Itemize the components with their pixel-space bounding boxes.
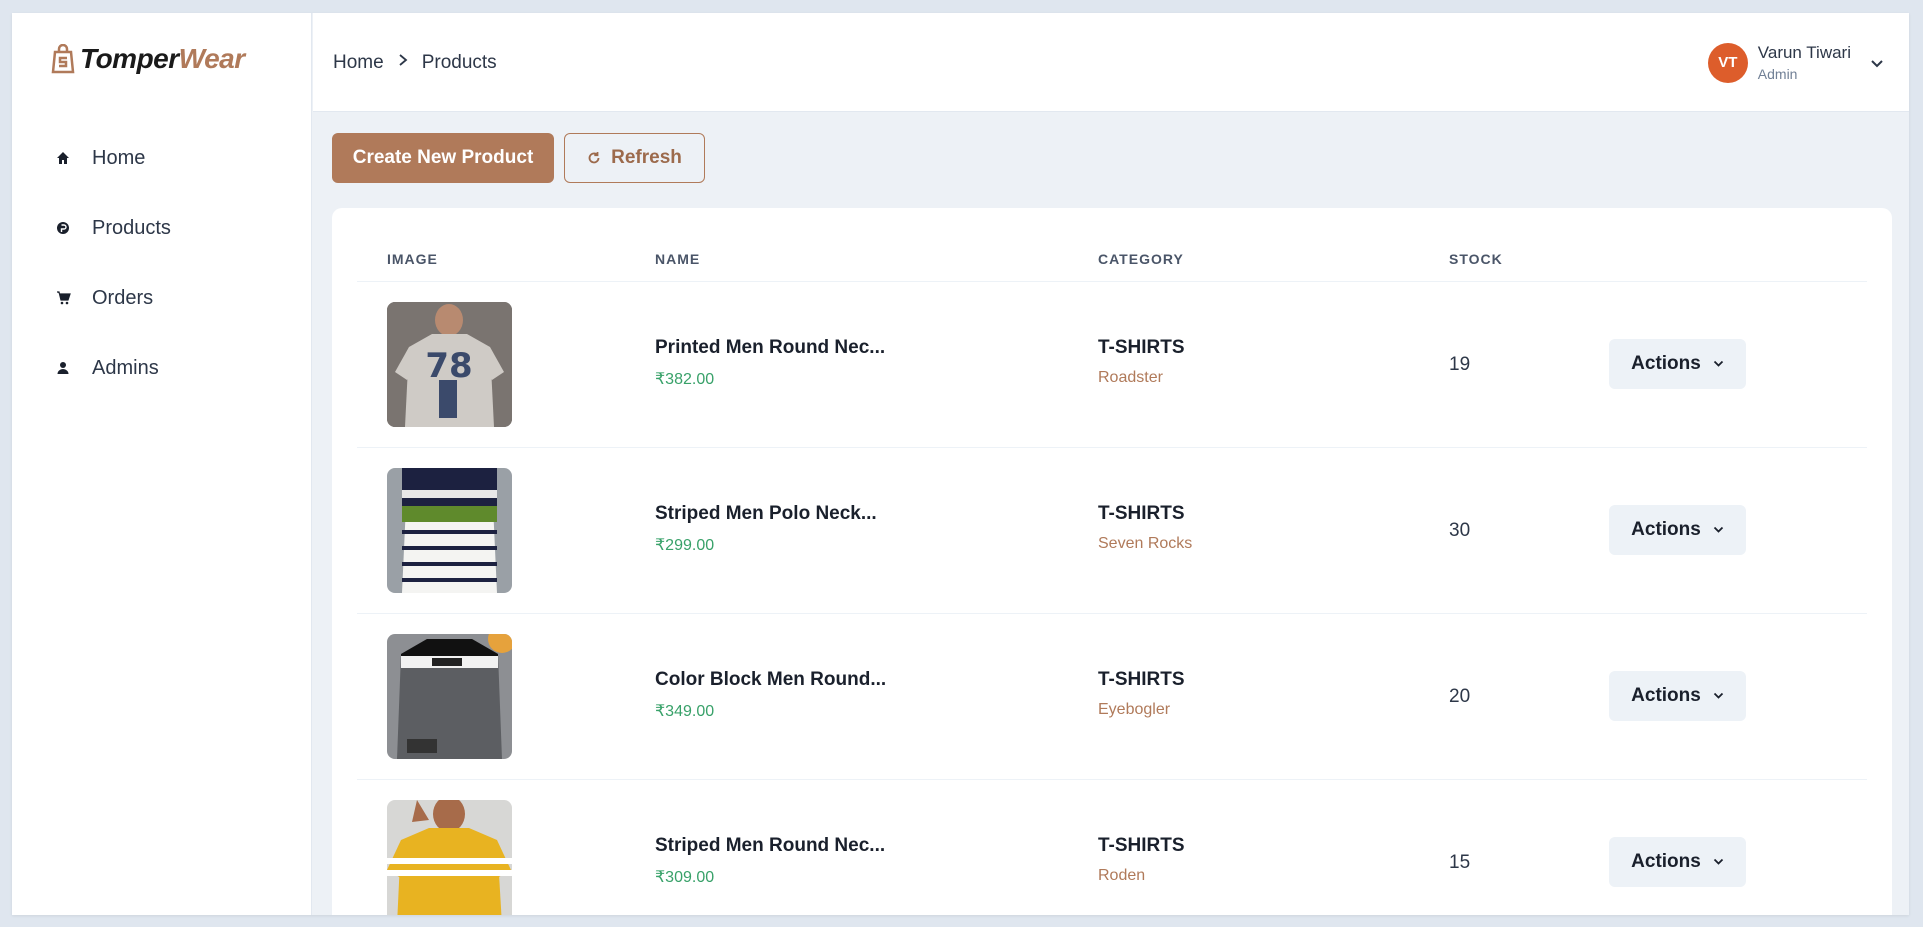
chevron-right-icon xyxy=(398,53,408,72)
brand-logo[interactable]: TomperWear xyxy=(50,43,245,75)
sidebar-item-products[interactable]: Products xyxy=(12,193,311,263)
product-brand: Eyebogler xyxy=(1098,701,1171,718)
product-name: Striped Men Round Nec... xyxy=(655,835,886,856)
column-header-stock: STOCK xyxy=(1449,251,1503,267)
product-price: ₹382.00 xyxy=(655,371,715,388)
product-image xyxy=(387,800,512,915)
product-price: ₹349.00 xyxy=(655,703,715,720)
product-brand: Roden xyxy=(1098,867,1146,884)
sidebar-item-admins[interactable]: Admins xyxy=(12,333,311,403)
actions-button[interactable]: Actions xyxy=(1609,505,1746,555)
refresh-icon xyxy=(588,152,600,164)
breadcrumb: Home Products xyxy=(333,13,497,112)
chevron-down-icon xyxy=(1871,59,1883,67)
breadcrumb-current: Products xyxy=(421,51,497,73)
product-image xyxy=(387,634,512,759)
product-icon xyxy=(52,217,74,239)
sidebar: TomperWear Home Products Orders Admins xyxy=(12,13,312,915)
sidebar-item-home[interactable]: Home xyxy=(12,123,311,193)
product-price: ₹309.00 xyxy=(655,869,715,886)
table-header: IMAGE NAME CATEGORY STOCK xyxy=(357,208,1867,282)
table-row: Striped Men Polo Neck... ₹299.00 T-SHIRT… xyxy=(357,448,1867,614)
user-name: Varun Tiwari xyxy=(1757,43,1851,62)
shopping-bag-logo-icon xyxy=(51,44,75,74)
cart-icon xyxy=(52,287,74,309)
column-header-image: IMAGE xyxy=(387,251,438,267)
product-category: T-SHIRTS xyxy=(1098,669,1185,690)
sidebar-item-label: Home xyxy=(92,146,146,169)
product-image: 78 xyxy=(387,302,512,427)
actions-button-label: Actions xyxy=(1631,519,1701,540)
chevron-down-icon xyxy=(1713,692,1723,699)
column-header-category: CATEGORY xyxy=(1098,251,1184,267)
brand-name-part1: Tomper xyxy=(80,43,179,74)
product-stock: 19 xyxy=(1449,354,1471,375)
table-row: 78 Printed Men Round Nec... ₹382.00 T-SH… xyxy=(357,282,1867,448)
product-name: Color Block Men Round... xyxy=(655,669,887,690)
product-brand: Roadster xyxy=(1098,369,1163,386)
products-table: IMAGE NAME CATEGORY STOCK 78 Printed Men xyxy=(332,208,1892,915)
chevron-down-icon xyxy=(1713,360,1723,367)
sidebar-nav: Home Products Orders Admins xyxy=(12,123,311,403)
sidebar-item-label: Orders xyxy=(92,286,154,309)
create-new-product-button[interactable]: Create New Product xyxy=(332,133,554,183)
actions-button[interactable]: Actions xyxy=(1609,339,1746,389)
refresh-button-label: Refresh xyxy=(611,147,682,168)
product-brand: Seven Rocks xyxy=(1098,535,1193,552)
product-price: ₹299.00 xyxy=(655,537,715,554)
product-stock: 20 xyxy=(1449,686,1471,707)
refresh-button[interactable]: Refresh xyxy=(564,133,705,183)
user-icon xyxy=(52,357,74,379)
actions-button[interactable]: Actions xyxy=(1609,837,1746,887)
chevron-down-icon xyxy=(1713,526,1723,533)
table-row: Striped Men Round Nec... ₹309.00 T-SHIRT… xyxy=(357,780,1867,915)
brand-name: TomperWear xyxy=(80,43,245,75)
actions-button-label: Actions xyxy=(1631,851,1701,872)
product-category: T-SHIRTS xyxy=(1098,503,1185,524)
product-category: T-SHIRTS xyxy=(1098,835,1185,856)
breadcrumb-home-link[interactable]: Home xyxy=(333,52,384,74)
column-header-name: NAME xyxy=(655,251,701,267)
actions-button[interactable]: Actions xyxy=(1609,671,1746,721)
actions-button-label: Actions xyxy=(1631,353,1701,374)
sidebar-item-label: Products xyxy=(92,216,171,239)
home-icon xyxy=(52,147,74,169)
product-name: Printed Men Round Nec... xyxy=(655,337,886,358)
top-header: Home Products VT Varun Tiwari Admin xyxy=(313,13,1909,112)
product-name: Striped Men Polo Neck... xyxy=(655,503,877,524)
product-image xyxy=(387,468,512,593)
chevron-down-icon xyxy=(1713,858,1723,865)
product-category: T-SHIRTS xyxy=(1098,337,1185,358)
brand-name-part2: Wear xyxy=(178,43,245,74)
user-role: Admin xyxy=(1757,66,1798,82)
user-menu[interactable]: VT Varun Tiwari Admin xyxy=(1707,13,1885,112)
product-stock: 30 xyxy=(1449,520,1471,541)
sidebar-item-orders[interactable]: Orders xyxy=(12,263,311,333)
table-row: Color Block Men Round... ₹349.00 T-SHIRT… xyxy=(357,614,1867,780)
app-window: TomperWear Home Products Orders Admins H… xyxy=(12,13,1909,915)
sidebar-item-label: Admins xyxy=(92,356,159,379)
user-meta: Varun Tiwari Admin xyxy=(1758,43,1851,82)
product-stock: 15 xyxy=(1449,852,1471,873)
actions-button-label: Actions xyxy=(1631,685,1701,706)
avatar: VT xyxy=(1707,42,1748,83)
